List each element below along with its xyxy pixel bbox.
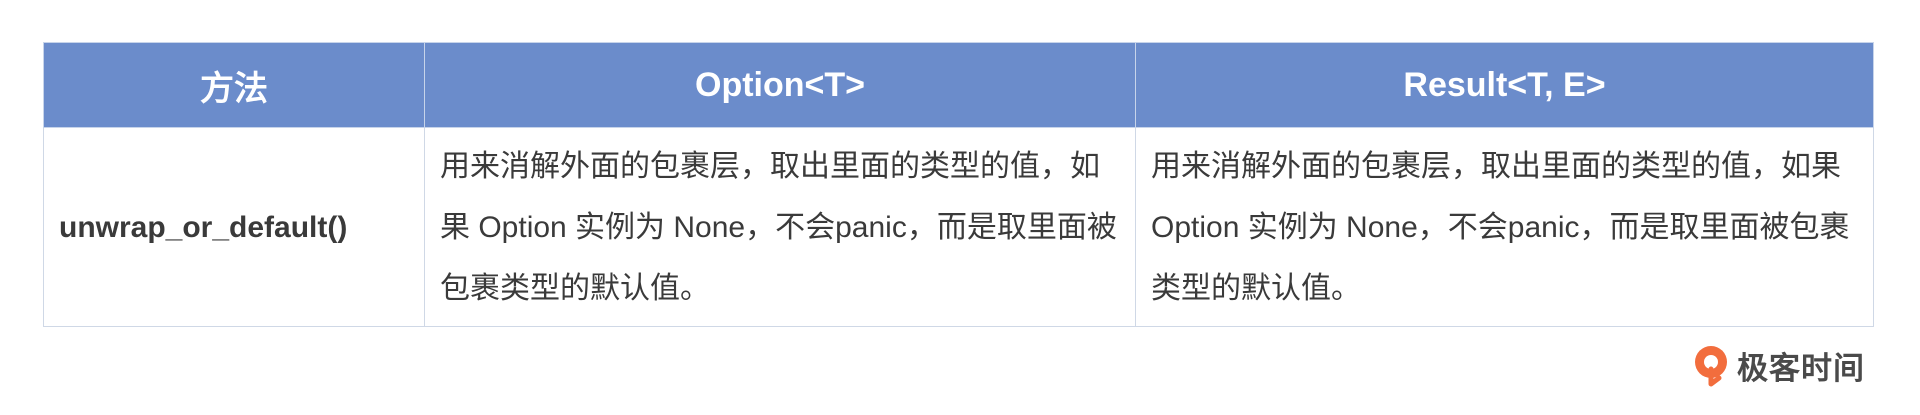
brand-watermark: 极客时间 (1691, 343, 1865, 388)
header-result: Result<T, E> (1135, 42, 1874, 128)
table-row: unwrap_or_default() 用来消解外面的包裹层，取出里面的类型的值… (43, 127, 1874, 327)
header-method: 方法 (43, 42, 425, 128)
header-option: Option<T> (424, 42, 1136, 128)
comparison-table: 方法 Option<T> Result<T, E> unwrap_or_defa… (43, 42, 1874, 327)
result-description-text: 用来消解外面的包裹层，取出里面的类型的值，如果 Option 实例为 None，… (1151, 149, 1850, 305)
option-description-cell: 用来消解外面的包裹层，取出里面的类型的值，如果 Option 实例为 None，… (424, 127, 1136, 327)
method-cell: unwrap_or_default() (43, 127, 425, 327)
option-description-text: 用来消解外面的包裹层，取出里面的类型的值，如果 Option 实例为 None，… (440, 149, 1117, 305)
geektime-logo-icon (1695, 345, 1727, 386)
table-header-row: 方法 Option<T> Result<T, E> (43, 42, 1874, 128)
brand-name: 极客时间 (1737, 351, 1865, 386)
result-description-cell: 用来消解外面的包裹层，取出里面的类型的值，如果 Option 实例为 None，… (1135, 127, 1874, 327)
